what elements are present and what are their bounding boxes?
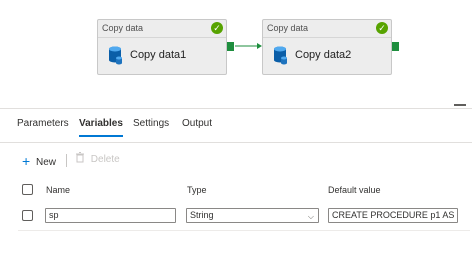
success-output-port[interactable] <box>392 42 399 51</box>
header-default-value: Default value <box>328 185 381 195</box>
chevron-down-icon: ⌵ <box>307 212 314 221</box>
properties-tabs: Parameters Variables Settings Output <box>0 118 472 142</box>
delete-label: Delete <box>90 154 120 165</box>
select-all-checkbox[interactable] <box>22 184 33 195</box>
default-value-input[interactable]: CREATE PROCEDURE p1 AS se <box>328 208 458 223</box>
tab-variables[interactable]: Variables <box>79 118 123 137</box>
collapse-panel-icon[interactable] <box>454 104 466 106</box>
database-icon <box>274 46 287 65</box>
success-output-port[interactable] <box>227 42 234 51</box>
variable-type-dropdown[interactable]: String ⌵ <box>186 208 319 223</box>
delete-button[interactable]: Delete <box>75 151 120 169</box>
success-check-icon: ✓ <box>376 22 388 34</box>
header-name: Name <box>46 185 71 195</box>
variables-toolbar: + New Delete <box>0 151 472 169</box>
activity-connector-arrow[interactable] <box>235 39 263 53</box>
new-label: New <box>35 157 56 168</box>
activity-copy-data2[interactable]: Copy data ✓ Copy data2 <box>262 19 392 75</box>
table-row: sp String ⌵ CREATE PROCEDURE p1 AS se <box>0 205 472 227</box>
activity-type-label: Copy data <box>98 20 226 38</box>
activity-type-label: Copy data <box>263 20 391 38</box>
new-button[interactable]: + New <box>22 151 56 169</box>
toolbar-separator <box>66 154 67 167</box>
plus-icon: + <box>22 153 31 169</box>
variable-type-value: String <box>190 210 214 220</box>
trash-icon <box>76 152 84 163</box>
tab-parameters[interactable]: Parameters <box>17 118 69 135</box>
panel-divider <box>0 108 472 109</box>
tab-underline <box>0 142 472 143</box>
row-checkbox[interactable] <box>22 210 33 221</box>
activity-name: Copy data2 <box>295 49 352 61</box>
variable-name-input[interactable]: sp <box>45 208 176 223</box>
pipeline-canvas[interactable]: Copy data ✓ Copy data1 Copy data ✓ Copy … <box>0 0 472 108</box>
database-icon <box>109 46 122 65</box>
activity-name: Copy data1 <box>130 49 187 61</box>
row-divider <box>18 230 470 231</box>
variables-table-header: Name Type Default value <box>0 180 472 200</box>
tab-settings[interactable]: Settings <box>133 118 169 135</box>
success-check-icon: ✓ <box>211 22 223 34</box>
header-type: Type <box>187 185 207 195</box>
tab-output[interactable]: Output <box>182 118 212 135</box>
activity-copy-data1[interactable]: Copy data ✓ Copy data1 <box>97 19 227 75</box>
